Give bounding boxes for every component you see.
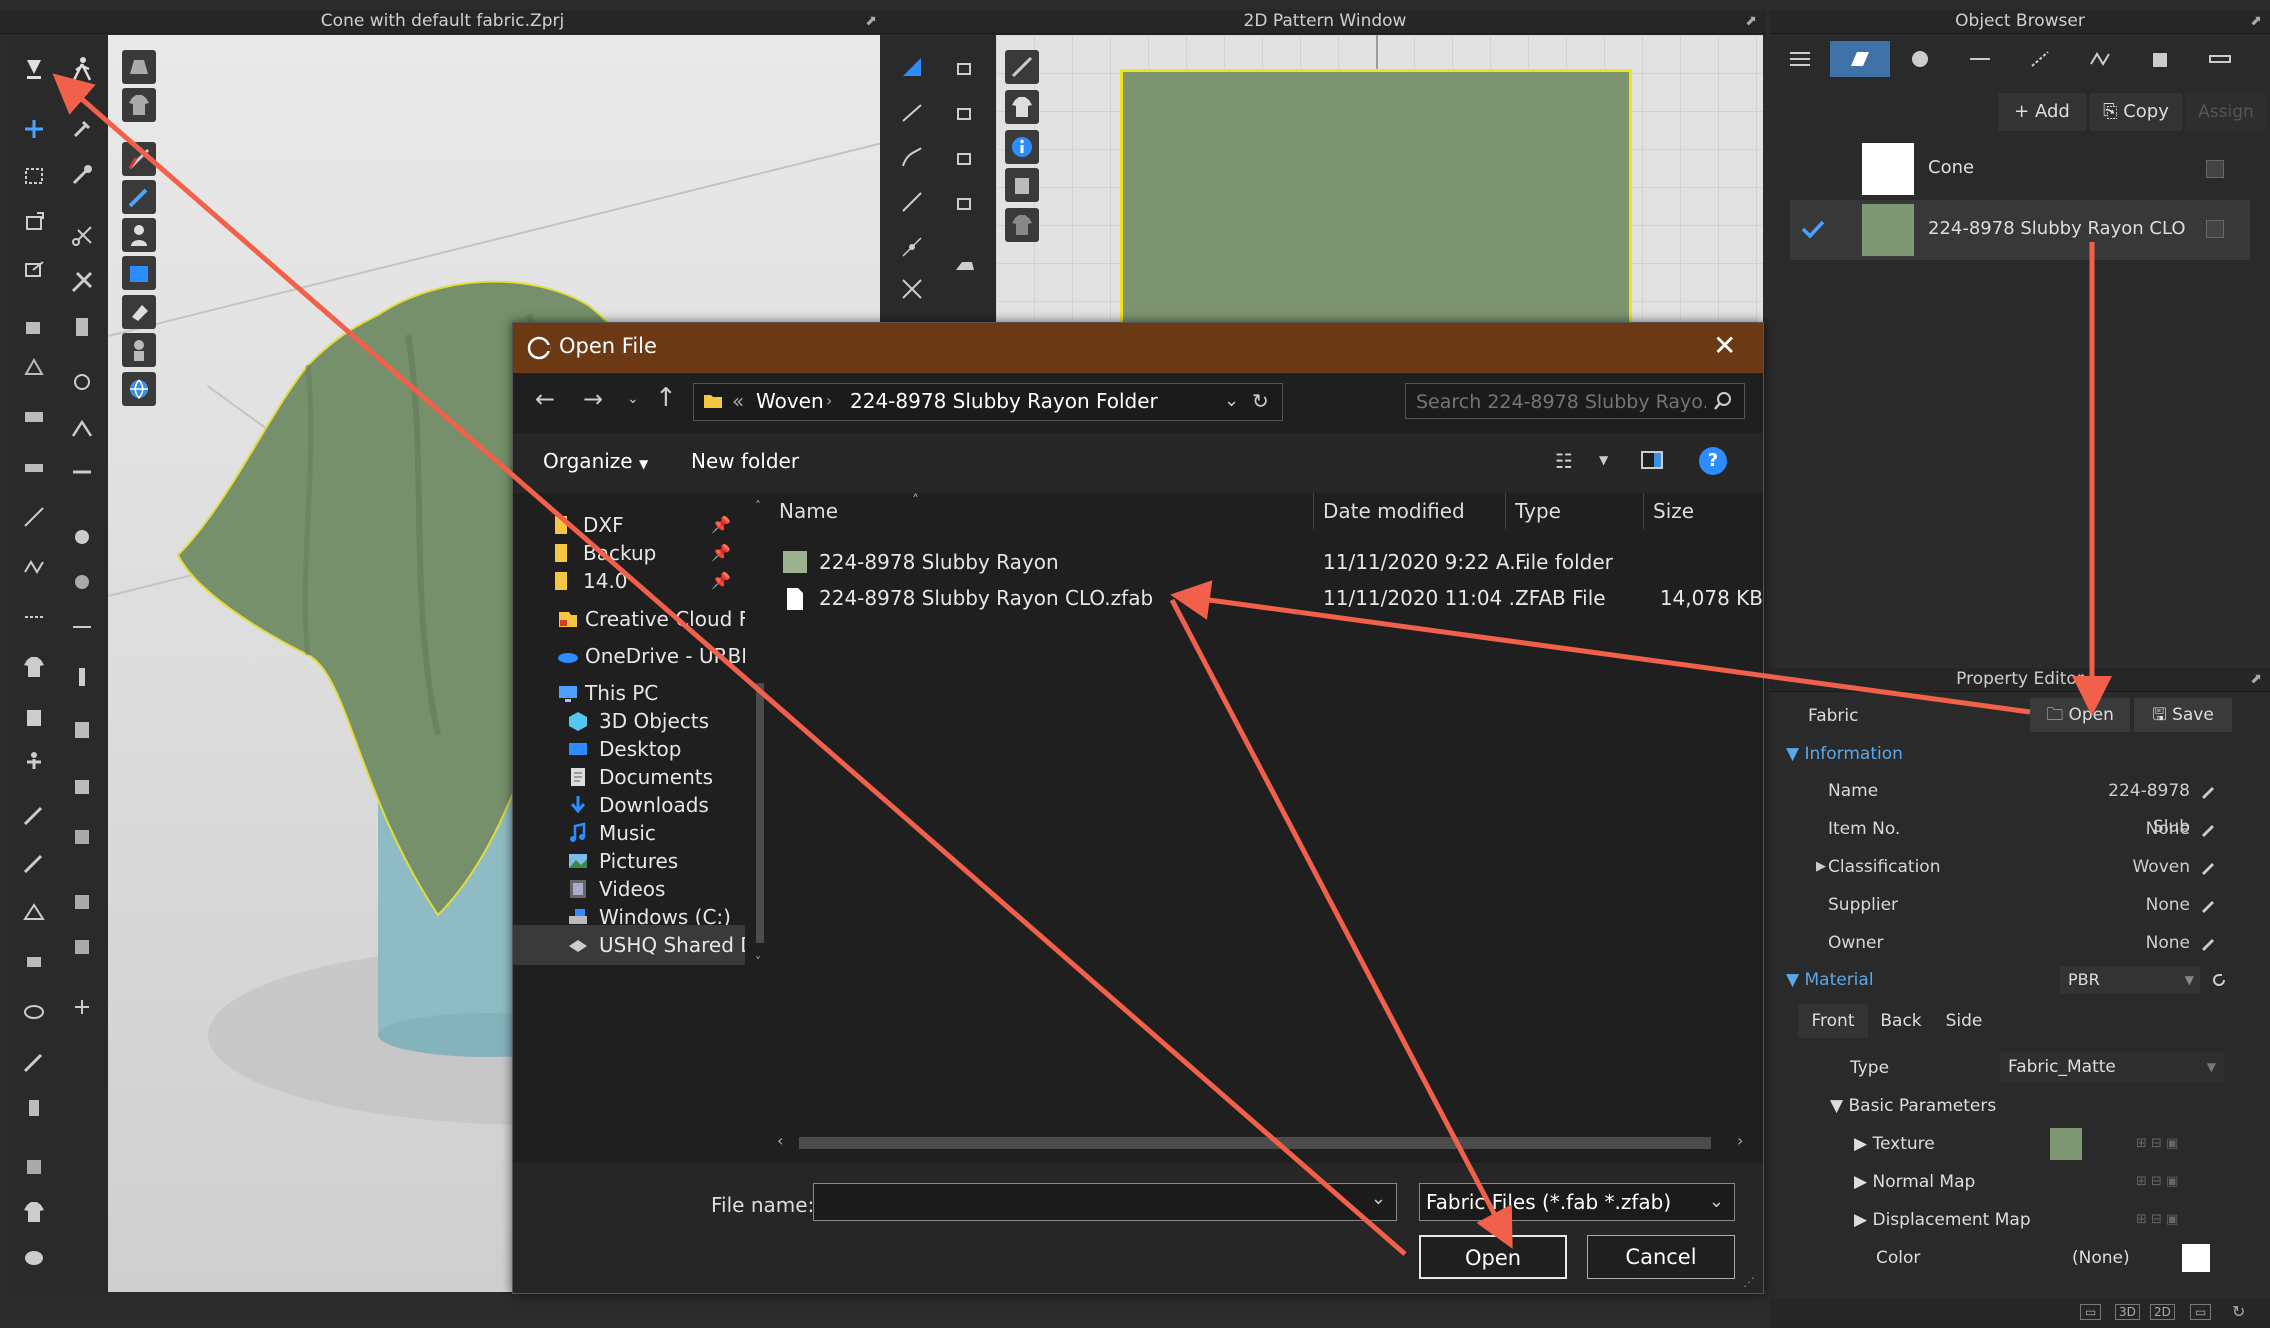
- annotation-arrow-to-zfab-file: [1170, 580, 2031, 715]
- annotation-arrows: [52, 73, 2112, 1256]
- annotation-arrow-to-simulate: [52, 73, 1407, 1256]
- annotation-arrow-to-open-button: [1169, 598, 1513, 1249]
